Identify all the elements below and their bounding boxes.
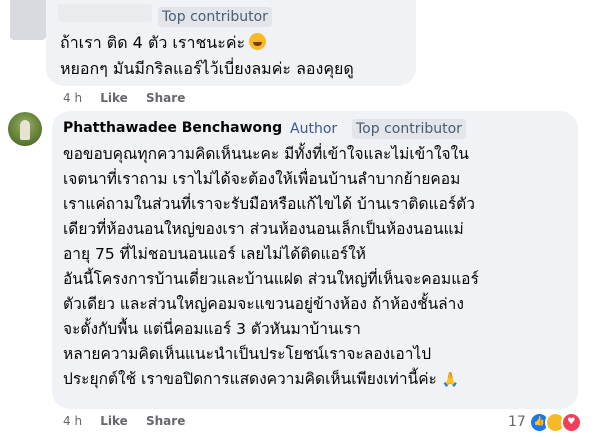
comment-text-line: หลายความคิดเห็นแนะนำเป็นประโยชน์เราจะลอง… xyxy=(63,345,432,363)
laughing-emoji-icon xyxy=(249,33,267,50)
comment-actions: 4 h Like Share xyxy=(63,91,199,105)
comment-text-line: เจตนาที่เราถาม เราไม่ได้จะต้องให้เพื่อนบ… xyxy=(63,170,461,188)
comment-text-line: จะตั้งกับพื้น แต่นี่คอมแอร์ 3 ตัวหันมาบ้… xyxy=(63,320,361,338)
comment-text-line: เดียวที่ห้องนอนใหญ่ของเรา ส่วนห้องนอนเล็… xyxy=(63,220,464,238)
timestamp-link[interactable]: 4 h xyxy=(63,414,82,428)
comment-text-line: ประยุกต์ใช้ เราขอปิดการแสดงความคิดเห็นเพ… xyxy=(63,367,459,392)
share-button[interactable]: Share xyxy=(146,91,185,105)
comment-text-line: อายุ 75 ที่ไม่ชอบนอนแอร์ เลยไม่ได้ติดแอร… xyxy=(63,245,366,263)
reactions-summary[interactable]: 17 👍 ♥ xyxy=(508,411,582,433)
comment-text-line: หยอกๆ มันมีกริลแอร์ไว้เบี่ยงลมค่ะ ลองคุย… xyxy=(60,59,354,78)
avatar[interactable] xyxy=(8,112,42,146)
love-reaction-icon: ♥ xyxy=(560,411,582,433)
share-button[interactable]: Share xyxy=(146,414,185,428)
top-contributor-badge: Top contributor xyxy=(352,119,466,139)
comment-actions: 4 h Like Share xyxy=(63,414,199,428)
comment-text-line: ตัวเดียว และส่วนใหญ่คอมจะแขวนอยู่ข้างห้อ… xyxy=(63,295,464,313)
like-button[interactable]: Like xyxy=(100,91,128,105)
author-badge: Author xyxy=(290,121,338,137)
pray-emoji-icon: 🙏 xyxy=(441,372,460,388)
reaction-count: 17 xyxy=(508,414,526,430)
avatar[interactable] xyxy=(10,0,46,40)
comment-text-line: ขอขอบคุณทุกความคิดเห็นนะคะ มีทั้งที่เข้า… xyxy=(63,145,469,163)
comment-text-line: อันนี้โครงการบ้านเดี่ยวและบ้านแฝด ส่วนให… xyxy=(63,270,479,288)
comment-text-line: ถ้าเรา ติด 4 ตัว เราชนะค่ะ xyxy=(60,31,267,55)
top-contributor-badge: Top contributor xyxy=(158,7,272,27)
commenter-name[interactable]: Phatthawadee Benchawong xyxy=(63,120,282,136)
commenter-name-redacted[interactable] xyxy=(58,4,152,22)
comment-text-line: เราแค่ถามในส่วนที่เราจะรับมือหรือแก้ไขได… xyxy=(63,195,475,213)
like-button[interactable]: Like xyxy=(100,414,128,428)
timestamp-link[interactable]: 4 h xyxy=(63,91,82,105)
